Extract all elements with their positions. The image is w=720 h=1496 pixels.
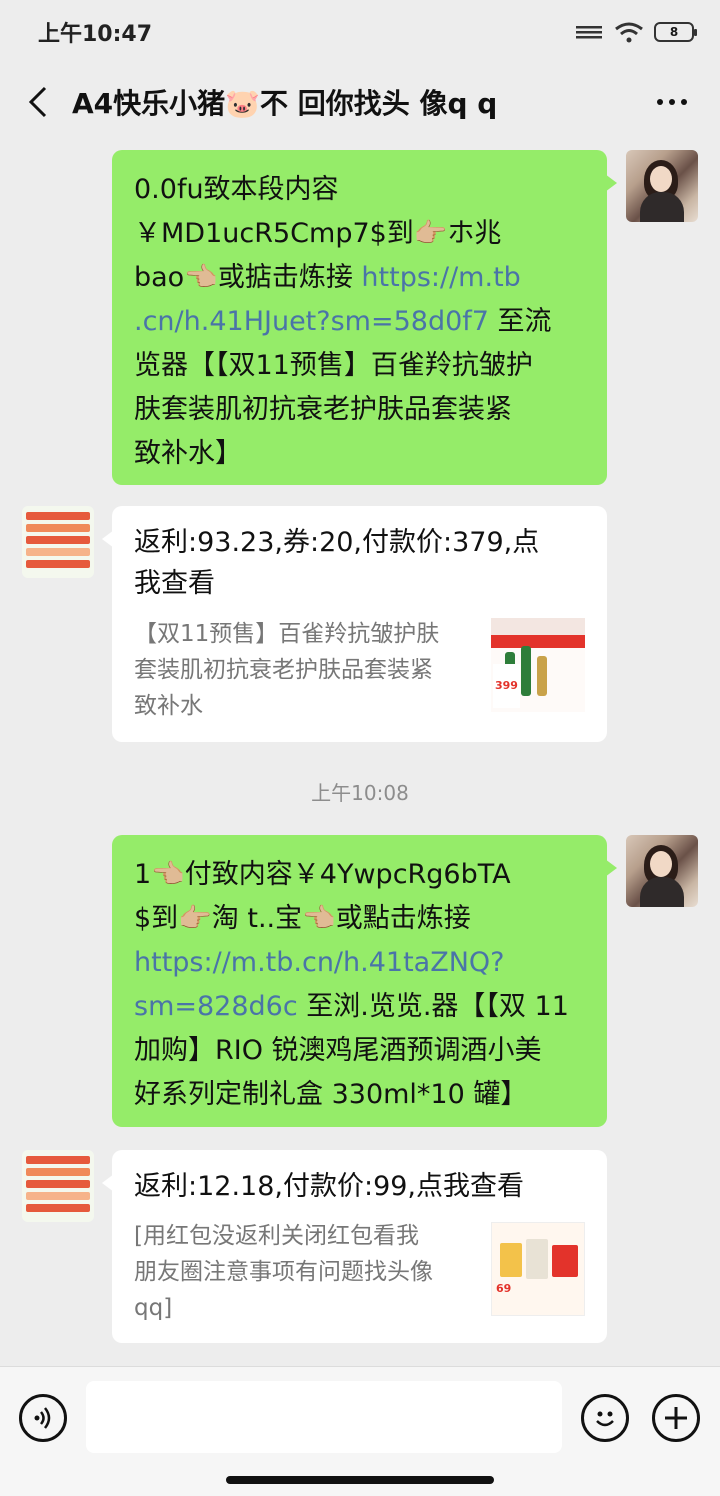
- card-title: 返利:12.18,付款价:99,点我查看: [134, 1171, 525, 1202]
- card-description: [用红包没返利关闭红包看我 朋友圈注意事项有问题找头像 qq]: [134, 1223, 433, 1321]
- more-icon: [657, 99, 663, 105]
- thumbnail-price: 69: [496, 1282, 512, 1295]
- message-text: 0.0fu致本段内容 ￥MD1ucR5Cmp7$到👉🏼ホ兆 bao👈🏼或掂击炼接…: [134, 174, 552, 469]
- battery-icon: 8: [654, 22, 697, 42]
- plus-icon: [665, 1407, 687, 1429]
- signal-icon: [576, 26, 602, 39]
- product-card[interactable]: 返利:12.18,付款价:99,点我查看 [用红包没返利关闭红包看我 朋友圈注意…: [102, 1150, 607, 1343]
- voice-button[interactable]: [19, 1394, 67, 1442]
- emoji-button[interactable]: [581, 1394, 629, 1442]
- voice-icon: [34, 1407, 51, 1429]
- timestamp: 上午10:08: [311, 781, 409, 805]
- plus-button[interactable]: [652, 1394, 700, 1442]
- home-indicator[interactable]: [226, 1476, 494, 1484]
- emoji-icon: [596, 1411, 614, 1427]
- back-icon: [28, 86, 47, 118]
- sent-message-bubble[interactable]: 1👈🏼付致内容￥4YwpcRg6bTA $到👉🏼淘 t..宝👈🏼或點击炼接 ht…: [112, 835, 617, 1127]
- wifi-icon: [615, 22, 643, 43]
- status-bar: 上午10:47 8: [0, 0, 720, 64]
- user-avatar[interactable]: [626, 150, 698, 222]
- status-icons: 8: [576, 21, 697, 43]
- product-thumbnail: 399: [491, 618, 585, 712]
- message-list[interactable]: 0.0fu致本段内容 ￥MD1ucR5Cmp7$到👉🏼ホ兆 bao👈🏼或掂击炼接…: [0, 140, 720, 1366]
- product-thumbnail: 69: [491, 1222, 585, 1316]
- sent-message-bubble[interactable]: 0.0fu致本段内容 ￥MD1ucR5Cmp7$到👉🏼ホ兆 bao👈🏼或掂击炼接…: [112, 150, 617, 485]
- more-button[interactable]: [652, 88, 692, 116]
- card-description: 【双11预售】百雀羚抗皱护肤 套装肌初抗衰老护肤品套装紧 致补水: [134, 621, 440, 719]
- chat-header: A4快乐小猪🐷不 回你找头 像q q: [0, 64, 720, 140]
- status-time: 上午10:47: [38, 22, 153, 47]
- battery-level: 8: [669, 25, 679, 39]
- chat-title: A4快乐小猪🐷不 回你找头 像q q: [72, 87, 498, 120]
- shop-avatar[interactable]: [22, 506, 94, 578]
- product-card[interactable]: 返利:93.23,券:20,付款价:379,点 我查看 【双11预售】百雀羚抗皱…: [102, 506, 607, 742]
- message-input[interactable]: [86, 1381, 562, 1453]
- shop-avatar[interactable]: [22, 1150, 94, 1222]
- thumbnail-price: 399: [493, 664, 520, 708]
- message-text: 1👈🏼付致内容￥4YwpcRg6bTA $到👉🏼淘 t..宝👈🏼或點击炼接 ht…: [134, 859, 569, 1110]
- back-button[interactable]: [20, 84, 56, 120]
- user-avatar[interactable]: [626, 835, 698, 907]
- card-title: 返利:93.23,券:20,付款价:379,点 我查看: [134, 527, 540, 599]
